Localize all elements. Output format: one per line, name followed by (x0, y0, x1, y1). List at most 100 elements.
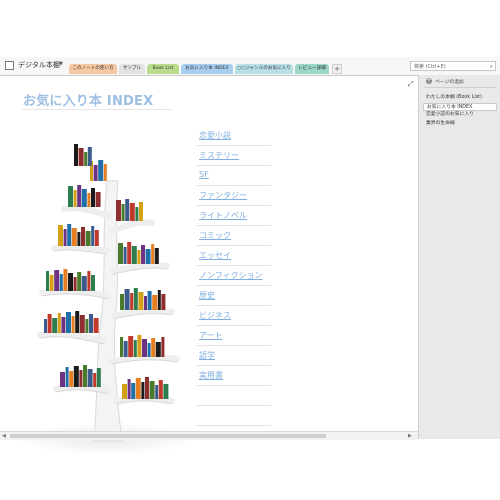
panel-divider (423, 87, 497, 88)
book (157, 290, 161, 310)
genre-row[interactable]: 歴史 (196, 286, 271, 306)
genre-link-language[interactable]: 語学 (199, 350, 215, 361)
tab-how-to-use[interactable]: このノートの使い方 (69, 64, 117, 74)
book (161, 294, 166, 310)
book (163, 384, 169, 399)
book (93, 165, 98, 181)
book (78, 148, 84, 166)
genre-row[interactable]: 恋愛小説 (196, 126, 271, 146)
horizontal-scrollbar[interactable]: ◀ ▶ (0, 431, 418, 440)
genre-row[interactable]: SF (196, 166, 271, 186)
genre-row[interactable]: ライトノベル (196, 206, 271, 226)
genre-row[interactable]: エッセイ (196, 246, 271, 266)
page-list-panel: + ページの追加 わたしの本棚 (Book List) お気に入り本 INDEX… (418, 75, 500, 439)
genre-row[interactable]: 語学 (196, 346, 271, 366)
book (77, 272, 82, 291)
book (147, 291, 152, 310)
book (63, 269, 68, 291)
scrollbar-thumb[interactable] (10, 434, 326, 438)
book (77, 232, 81, 246)
book (89, 314, 93, 333)
search-icon[interactable]: ⌕ (490, 63, 493, 70)
genre-row[interactable]: アート (196, 326, 271, 346)
page-item-romance-favorites[interactable]: 恋愛小説のお気に入り (423, 111, 497, 120)
book (130, 293, 134, 310)
genre-link-sf[interactable]: SF (199, 170, 209, 179)
genre-link-nonfiction[interactable]: ノンフィクション (199, 270, 263, 281)
search-input[interactable]: 検索 (Ctrl+E) ⌕ (410, 61, 496, 71)
book (68, 186, 73, 207)
book (87, 193, 91, 207)
book (145, 377, 149, 399)
book (158, 380, 163, 399)
book (142, 339, 147, 357)
genre-row[interactable]: ノンフィクション (196, 266, 271, 286)
genre-row[interactable]: ミステリー (196, 146, 271, 166)
page-list: わたしの本棚 (Book List) お気に入り本 INDEX 恋愛小説のお気に… (423, 94, 497, 128)
genre-link-essay[interactable]: エッセイ (199, 250, 231, 261)
book (141, 245, 145, 264)
tab-book-list[interactable]: Book List (147, 64, 179, 74)
book (144, 296, 147, 310)
book (120, 294, 124, 310)
book (81, 189, 87, 207)
tab-favorite-index[interactable]: お気に入り本 INDEX (181, 64, 233, 74)
genre-link-fantasy[interactable]: ファンタジー (199, 190, 247, 201)
genre-row[interactable]: ビジネス (196, 306, 271, 326)
genre-row-empty[interactable] (196, 406, 271, 426)
book (149, 381, 155, 399)
book (133, 340, 137, 357)
genre-link-comic[interactable]: コミック (199, 230, 231, 241)
book (65, 367, 69, 387)
genre-link-practical[interactable]: 実用書 (199, 370, 223, 381)
book (63, 229, 67, 246)
genre-link-mystery[interactable]: ミステリー (199, 150, 239, 161)
genre-row[interactable]: ファンタジー (196, 186, 271, 206)
book (145, 249, 151, 264)
notebook-icon (5, 61, 14, 70)
book (128, 336, 134, 357)
book (91, 188, 95, 207)
scroll-right-icon[interactable]: ▶ (408, 433, 412, 439)
genre-link-art[interactable]: アート (199, 330, 223, 341)
genre-row[interactable]: 実用書 (196, 366, 271, 386)
book (47, 314, 52, 333)
tab-sample[interactable]: サンプル (119, 64, 145, 74)
genre-row[interactable]: コミック (196, 226, 271, 246)
book (73, 277, 77, 291)
genre-link-history[interactable]: 歴史 (199, 290, 215, 301)
add-page-label: ページの追加 (435, 80, 464, 85)
book (152, 295, 158, 310)
book (84, 152, 88, 166)
book (141, 382, 145, 399)
book (123, 247, 127, 264)
book (44, 319, 47, 333)
book (155, 342, 161, 357)
notebook-title[interactable]: デジタル本棚 (18, 60, 60, 70)
book (49, 275, 54, 291)
book (135, 207, 139, 221)
genre-link-light-novel[interactable]: ライトノベル (199, 210, 247, 221)
book (131, 383, 136, 399)
genre-row-empty[interactable] (196, 386, 271, 406)
scroll-left-icon[interactable]: ◀ (2, 433, 6, 439)
page-canvas[interactable]: お気に入り本 INDEX ⤢ 恋愛小説 ミステリー SF ファンタジー ライトノ… (0, 76, 418, 455)
book (91, 226, 95, 246)
add-section-button[interactable]: + (332, 64, 342, 74)
page-item-favorite-index[interactable]: お気に入り本 INDEX (423, 102, 497, 111)
genre-link-romance[interactable]: 恋愛小説 (199, 130, 231, 141)
book (91, 275, 95, 291)
book (154, 248, 159, 264)
expand-icon[interactable]: ⤢ (408, 80, 414, 89)
genre-link-business[interactable]: ビジネス (199, 310, 231, 321)
tab-review-detail[interactable]: レビュー詳細 (295, 64, 329, 74)
book (103, 164, 107, 181)
chevron-down-icon[interactable]: ▼ (59, 61, 63, 67)
book (75, 311, 80, 333)
page-item-industry[interactable]: 業界の生命線 (423, 120, 497, 129)
tab-genre-favorites[interactable]: ○○ジャンルのお気に入り (235, 64, 293, 74)
search-placeholder: 検索 (Ctrl+E) (414, 64, 446, 70)
page-item-book-list[interactable]: わたしの本棚 (Book List) (423, 94, 497, 103)
add-page-button[interactable]: + ページの追加 (423, 77, 499, 86)
book (161, 337, 165, 357)
